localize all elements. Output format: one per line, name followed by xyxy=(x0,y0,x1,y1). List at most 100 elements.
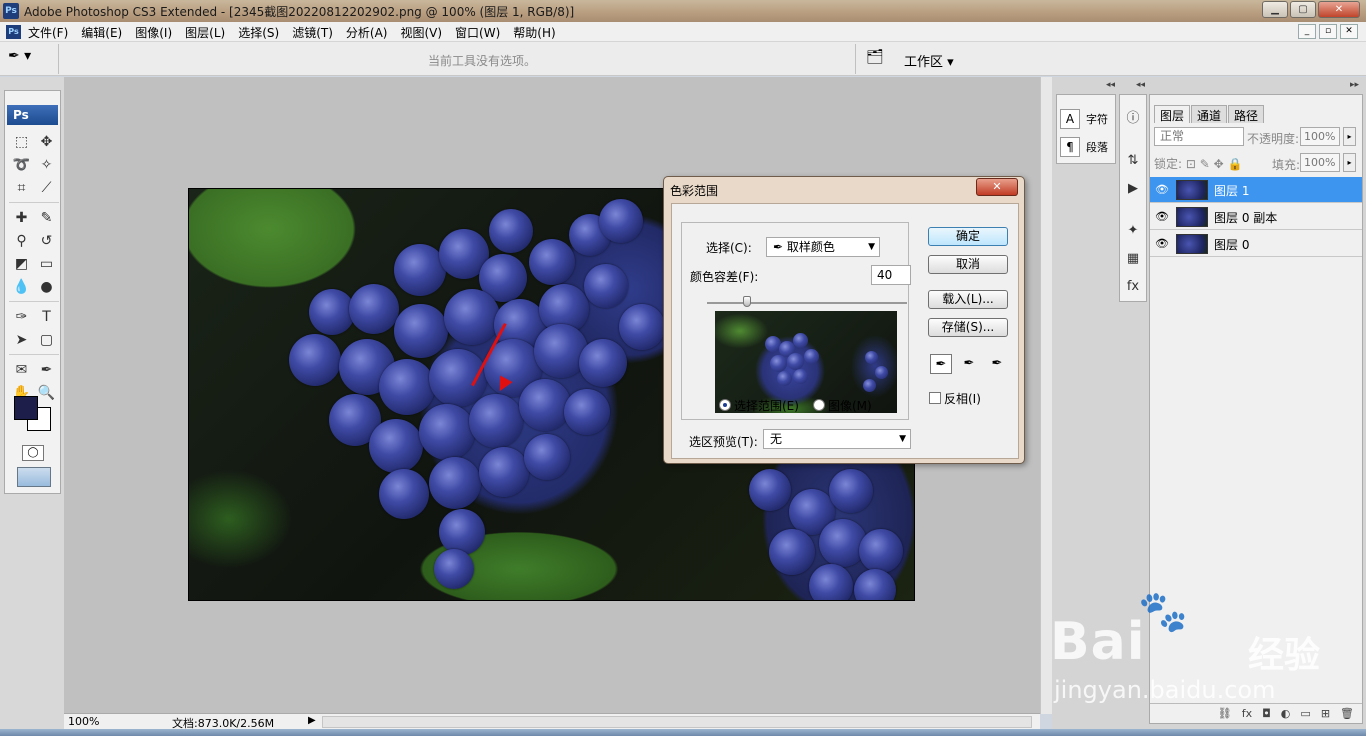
quick-mask-icon[interactable]: ◯ xyxy=(22,445,44,461)
magic-wand-tool-icon[interactable]: ✧ xyxy=(34,154,59,176)
collapse-icon[interactable]: ◂◂ xyxy=(1106,80,1115,90)
notes-tool-icon[interactable]: ✉ xyxy=(9,359,34,381)
opacity-slider-arrow-icon[interactable]: ▸ xyxy=(1343,127,1356,146)
clone-stamp-tool-icon[interactable]: ⚲ xyxy=(9,230,34,252)
healing-brush-tool-icon[interactable]: ✚ xyxy=(9,207,34,229)
delete-layer-icon[interactable]: 🗑 xyxy=(1340,707,1354,720)
load-button[interactable]: 载入(L)... xyxy=(928,290,1008,309)
cancel-button[interactable]: 取消 xyxy=(928,255,1008,274)
selection-preview-label: 选区预览(T): xyxy=(689,435,758,449)
menu-edit[interactable]: 编辑(E) xyxy=(81,24,122,41)
tab-paths[interactable]: 路径 xyxy=(1228,105,1265,123)
swatches-icon[interactable]: ▦ xyxy=(1123,249,1143,269)
pen-tool-icon[interactable]: ✑ xyxy=(9,306,34,328)
zoom-level[interactable]: 100% xyxy=(68,715,99,728)
dodge-tool-icon[interactable]: ● xyxy=(34,276,59,298)
fill-field[interactable]: 100% xyxy=(1300,153,1340,172)
brushes-icon[interactable]: ✦ xyxy=(1123,221,1143,241)
layer-style-icon[interactable]: fx xyxy=(1242,707,1252,720)
eyedropper-tool-preset-icon[interactable]: ✒ ▾ xyxy=(8,48,52,70)
menu-file[interactable]: 文件(F) xyxy=(28,24,68,41)
brush-tool-icon[interactable]: ✎ xyxy=(34,207,59,229)
visibility-eye-icon[interactable]: 👁 xyxy=(1155,183,1169,196)
invert-checkbox[interactable] xyxy=(929,392,941,404)
menu-image[interactable]: 图像(I) xyxy=(135,24,172,41)
bridge-icon[interactable]: 🗂 xyxy=(862,49,888,69)
layer-row[interactable]: 👁 图层 0 副本 xyxy=(1150,204,1362,230)
options-separator xyxy=(855,44,856,74)
opacity-field[interactable]: 100% xyxy=(1300,127,1340,146)
new-layer-icon[interactable]: ⊞ xyxy=(1321,707,1330,720)
grape xyxy=(349,284,399,334)
tab-layers[interactable]: 图层 xyxy=(1154,105,1191,123)
minimize-button[interactable]: ▁ xyxy=(1262,1,1288,18)
menu-help[interactable]: 帮助(H) xyxy=(513,24,555,41)
status-menu-icon[interactable]: ▶ xyxy=(308,715,316,726)
expand-icon[interactable]: ▸▸ xyxy=(1350,80,1359,90)
subtract-from-sample-eyedropper-icon[interactable]: ✒ xyxy=(986,354,1008,374)
eyedropper-icon[interactable]: ✒ xyxy=(930,354,952,374)
collapse-icon[interactable]: ◂◂ xyxy=(1136,80,1145,90)
visibility-eye-icon[interactable]: 👁 xyxy=(1155,237,1169,250)
link-layers-icon[interactable]: ⛓ xyxy=(1218,707,1232,720)
menu-layer[interactable]: 图层(L) xyxy=(185,24,225,41)
eyedropper-tool-icon[interactable]: ✒ xyxy=(34,359,59,381)
menu-analysis[interactable]: 分析(A) xyxy=(346,24,388,41)
layer-mask-icon[interactable]: ◘ xyxy=(1262,707,1271,720)
horizontal-scrollbar[interactable] xyxy=(322,716,1032,728)
blur-tool-icon[interactable]: 💧 xyxy=(9,276,34,298)
history-icon[interactable]: ⇅ xyxy=(1123,151,1143,171)
workspace-menu[interactable]: 工作区 ▾ xyxy=(904,51,954,70)
paragraph-panel-button[interactable]: ¶ 段落 xyxy=(1060,135,1108,159)
fuzziness-slider-track[interactable] xyxy=(707,302,907,304)
preview-grape xyxy=(777,371,792,386)
info-icon[interactable]: ⓘ xyxy=(1123,109,1143,129)
maximize-button[interactable]: ▢ xyxy=(1290,1,1316,18)
adjustment-layer-icon[interactable]: ◐ xyxy=(1281,707,1291,720)
close-button[interactable]: ✕ xyxy=(1318,1,1360,18)
screen-mode-icon[interactable] xyxy=(17,467,51,487)
save-button[interactable]: 存储(S)... xyxy=(928,318,1008,337)
grape xyxy=(434,549,474,589)
history-brush-tool-icon[interactable]: ↺ xyxy=(34,230,59,252)
doc-close-button[interactable]: ✕ xyxy=(1340,24,1358,39)
new-group-icon[interactable]: ▭ xyxy=(1300,707,1310,720)
move-tool-icon[interactable]: ✥ xyxy=(34,131,59,153)
foreground-color-swatch[interactable] xyxy=(14,396,38,420)
doc-restore-button[interactable]: ▫ xyxy=(1319,24,1337,39)
menu-view[interactable]: 视图(V) xyxy=(400,24,442,41)
add-to-sample-eyedropper-icon[interactable]: ✒ xyxy=(958,354,980,374)
select-dropdown[interactable]: ✒ 取样颜色 ▼ xyxy=(766,237,880,257)
menu-filter[interactable]: 滤镜(T) xyxy=(292,24,333,41)
blend-mode-select[interactable]: 正常 xyxy=(1154,127,1244,146)
preview-grape xyxy=(770,355,787,372)
radio-image[interactable] xyxy=(813,399,825,411)
menu-select[interactable]: 选择(S) xyxy=(238,24,279,41)
selection-preview-select[interactable]: 无 ▼ xyxy=(763,429,911,449)
radio-selection[interactable] xyxy=(719,399,731,411)
eraser-tool-icon[interactable]: ◩ xyxy=(9,253,34,275)
shape-tool-icon[interactable]: ▢ xyxy=(34,329,59,351)
fuzziness-slider-thumb[interactable] xyxy=(743,296,751,307)
doc-minimize-button[interactable]: _ xyxy=(1298,24,1316,39)
menu-window[interactable]: 窗口(W) xyxy=(455,24,500,41)
slice-tool-icon[interactable]: ⟋ xyxy=(34,177,59,199)
fuzziness-field[interactable]: 40 xyxy=(871,265,911,285)
type-tool-icon[interactable]: T xyxy=(34,306,59,328)
actions-icon[interactable]: ▶ xyxy=(1123,179,1143,199)
fill-slider-arrow-icon[interactable]: ▸ xyxy=(1343,153,1356,172)
styles-icon[interactable]: fx xyxy=(1123,277,1143,297)
document-icon[interactable]: Ps xyxy=(6,25,21,39)
ok-button[interactable]: 确定 xyxy=(928,227,1008,246)
crop-tool-icon[interactable]: ⌗ xyxy=(9,177,34,199)
character-panel-button[interactable]: A 字符 xyxy=(1060,107,1108,131)
marquee-tool-icon[interactable]: ⬚ xyxy=(9,131,34,153)
layer-row[interactable]: 👁 图层 1 xyxy=(1150,177,1362,203)
path-selection-tool-icon[interactable]: ➤ xyxy=(9,329,34,351)
layer-row[interactable]: 👁 图层 0 xyxy=(1150,231,1362,257)
lasso-tool-icon[interactable]: ➰ xyxy=(9,154,34,176)
tab-channels[interactable]: 通道 xyxy=(1191,105,1228,123)
visibility-eye-icon[interactable]: 👁 xyxy=(1155,210,1169,223)
gradient-tool-icon[interactable]: ▭ xyxy=(34,253,59,275)
dialog-close-button[interactable]: ✕ xyxy=(976,178,1018,196)
